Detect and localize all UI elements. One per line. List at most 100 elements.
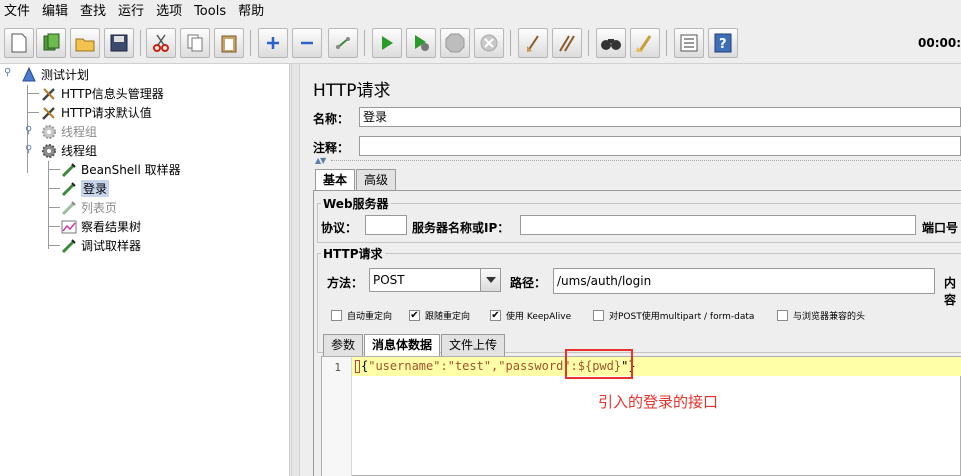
templates-icon[interactable] — [36, 28, 66, 58]
server-field[interactable] — [520, 215, 916, 235]
check-icon[interactable]: ✔ — [409, 310, 420, 321]
gear-icon — [40, 123, 58, 141]
tab-body-data[interactable]: 消息体数据 — [364, 334, 441, 356]
body-data-editor[interactable]: 1 {"username":"test","password":${pwd}"} — [321, 356, 961, 476]
menu-search[interactable]: 查找 — [74, 0, 112, 24]
path-label: 路径： — [510, 276, 547, 290]
auto-redirect-checkbox[interactable]: 自动重定向 — [331, 309, 392, 322]
cut-icon[interactable] — [146, 28, 176, 58]
checkbox-box[interactable] — [777, 310, 788, 321]
path-field[interactable]: /ums/auth/login — [553, 268, 935, 294]
protocol-field[interactable] — [365, 215, 407, 235]
search-icon[interactable] — [596, 28, 626, 58]
tree-toggle-thread-group-2[interactable]: ⚲ — [25, 144, 32, 155]
pipette-icon — [60, 237, 78, 255]
tab-basic[interactable]: 基本 — [315, 169, 356, 191]
name-field[interactable]: 登录 — [359, 107, 961, 127]
tree-item-label: 登录 — [81, 180, 110, 197]
menu-run[interactable]: 运行 — [112, 0, 150, 24]
collapse-icon[interactable] — [292, 28, 322, 58]
menu-tools[interactable]: Tools — [188, 0, 232, 24]
name-label: 名称： — [313, 112, 350, 126]
body-tabs: 参数 消息体数据 文件上传 — [323, 334, 506, 356]
checkbox-box[interactable] — [331, 310, 342, 321]
highlight-box — [565, 349, 633, 379]
tree-item-label: 调试取样器 — [81, 239, 142, 253]
checkbox-label: 对POST使用multipart / form-data — [609, 312, 755, 322]
tab-file-upload[interactable]: 文件上传 — [441, 334, 506, 356]
toggle-icon[interactable] — [328, 28, 358, 58]
menu-help[interactable]: 帮助 — [232, 0, 270, 24]
main-tabs: 基本 高级 — [315, 169, 397, 191]
function-helper-icon[interactable] — [674, 28, 704, 58]
tree-item-list-page-disabled[interactable]: 列表页 — [60, 198, 117, 217]
menu-options[interactable]: 选项 — [150, 0, 188, 24]
copy-icon[interactable] — [180, 28, 210, 58]
start-icon[interactable] — [372, 28, 402, 58]
follow-redirects-checkbox[interactable]: ✔ 跟随重定向 — [409, 309, 470, 322]
stop-icon[interactable] — [440, 28, 470, 58]
elapsed-timer: 00:00: — [918, 36, 961, 50]
tab-parameters[interactable]: 参数 — [323, 334, 364, 356]
save-icon[interactable] — [104, 28, 134, 58]
tree-item-thread-group[interactable]: 线程组 — [40, 141, 97, 160]
tree-toggle-root[interactable]: ⚲ — [4, 67, 11, 78]
clear-all-icon[interactable] — [552, 28, 582, 58]
tree-item-label: 测试计划 — [41, 68, 90, 82]
checkbox-box[interactable] — [593, 310, 604, 321]
tree-item-results-tree[interactable]: 察看结果树 — [60, 217, 141, 236]
content-encoding-label: 内容 — [944, 276, 957, 307]
keepalive-checkbox[interactable]: ✔ 使用 KeepAlive — [490, 309, 571, 322]
start-no-pause-icon[interactable] — [406, 28, 436, 58]
collapse-handle-icon[interactable]: ▲▼ — [315, 156, 326, 165]
browser-compatible-headers-checkbox[interactable]: 与浏览器兼容的头 — [777, 309, 865, 322]
checkbox-label: 使用 KeepAlive — [506, 312, 572, 322]
toolbar: ? 00:00: — [0, 24, 961, 64]
tree-item-login[interactable]: 登录 — [60, 179, 110, 198]
method-select[interactable]: POST — [369, 268, 501, 292]
panel-splitter[interactable] — [291, 64, 300, 476]
menu-bar: 文件 编辑 查找 运行 选项 Tools 帮助 — [0, 0, 961, 24]
tab-advanced[interactable]: 高级 — [356, 169, 397, 191]
pipette-icon — [60, 199, 78, 217]
tree-item-beanshell-sampler[interactable]: BeanShell 取样器 — [60, 160, 181, 179]
help-icon[interactable]: ? — [708, 28, 738, 58]
code-keys: "username":"test","password": — [368, 359, 578, 373]
test-plan-tree: ⚲ ⚲ ⚲ 测试计划 HTTP信息头管理器 HTTP请求默认值 线程组 线程组 … — [0, 64, 290, 476]
wrench-icon — [40, 104, 58, 122]
new-icon[interactable] — [4, 28, 34, 58]
tree-item-request-defaults[interactable]: HTTP请求默认值 — [40, 103, 152, 122]
tree-toggle-thread-group-1[interactable]: ⚲ — [25, 125, 32, 136]
paste-icon[interactable] — [214, 28, 244, 58]
server-label: 服务器名称或IP： — [412, 221, 510, 235]
page-title: HTTP请求 — [313, 81, 391, 101]
tree-item-thread-group-disabled[interactable]: 线程组 — [40, 122, 97, 141]
http-request-panel: HTTP请求 名称： 登录 注释： ▲▼ 基本 高级 Web服务器 协议： 服务… — [301, 64, 961, 476]
tree-item-label: 列表页 — [81, 201, 118, 215]
annotation-text: 引入的登录的接口 — [598, 393, 719, 411]
comment-field[interactable] — [359, 136, 961, 156]
chevron-down-icon[interactable] — [480, 269, 500, 291]
expand-icon[interactable] — [258, 28, 288, 58]
open-icon[interactable] — [70, 28, 100, 58]
tree-item-label: 线程组 — [61, 144, 98, 158]
comment-label: 注释： — [313, 141, 350, 155]
tree-item-header-manager[interactable]: HTTP信息头管理器 — [40, 84, 164, 103]
code-line[interactable]: {"username":"test","password":${pwd}"} — [352, 357, 961, 376]
shutdown-icon[interactable] — [474, 28, 504, 58]
checkbox-label: 与浏览器兼容的头 — [793, 312, 866, 322]
web-server-title: Web服务器 — [321, 195, 391, 212]
check-icon[interactable]: ✔ — [490, 310, 501, 321]
checkbox-label: 跟随重定向 — [425, 312, 471, 322]
clear-icon[interactable] — [518, 28, 548, 58]
tree-item-test-plan[interactable]: 测试计划 — [20, 65, 89, 84]
tree-item-label: HTTP信息头管理器 — [61, 87, 164, 101]
menu-file[interactable]: 文件 — [0, 0, 36, 24]
text-caret — [355, 360, 360, 373]
multipart-checkbox[interactable]: 对POST使用multipart / form-data — [593, 309, 754, 322]
pipette-icon — [60, 180, 78, 198]
chart-icon — [60, 218, 78, 236]
tree-item-debug-sampler[interactable]: 调试取样器 — [60, 236, 141, 255]
menu-edit[interactable]: 编辑 — [36, 0, 74, 24]
reset-search-icon[interactable] — [630, 28, 660, 58]
